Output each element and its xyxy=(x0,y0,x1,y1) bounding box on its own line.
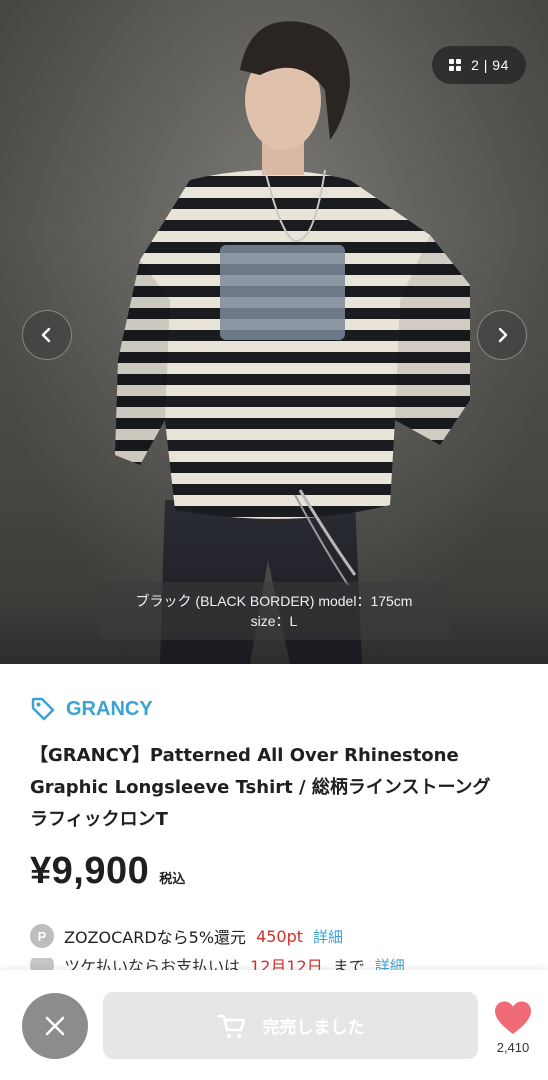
product-title: 【GRANCY】Patterned All Over Rhinestone Gr… xyxy=(30,740,530,836)
price-row: ¥9,900 税込 xyxy=(30,850,185,893)
points-amount: 450pt xyxy=(256,926,304,946)
brand-link[interactable]: GRANCY xyxy=(30,696,153,722)
grid-icon xyxy=(449,59,462,71)
bottom-action-bar: 完売しました 2,410 xyxy=(0,970,548,1080)
close-icon xyxy=(45,1016,65,1036)
favorite-count: 2,410 xyxy=(496,1040,530,1055)
points-text: ZOZOCARDなら5%還元 xyxy=(64,928,247,947)
product-photo xyxy=(115,21,470,664)
product-title-line-3: ラフィックロンT xyxy=(30,809,168,830)
heart-icon xyxy=(495,1001,531,1034)
caption-line-1: ブラック (BLACK BORDER) model：175cm xyxy=(135,593,413,609)
product-title-line-2: Graphic Longsleeve Tshirt / 総柄ラインストーング xyxy=(30,777,491,798)
next-image-button[interactable] xyxy=(477,310,527,360)
product-image-gallery[interactable]: 2 | 94 ブラック (BLACK BORDER) model：175cm s… xyxy=(0,0,548,664)
close-button[interactable] xyxy=(22,993,88,1059)
tag-icon xyxy=(31,697,55,721)
points-detail-link[interactable]: 詳細 xyxy=(313,926,343,947)
previous-image-button[interactable] xyxy=(22,310,72,360)
caption-line-2: size：L xyxy=(250,613,298,629)
zozocard-points-row: P ZOZOCARDなら5%還元 450pt 詳細 xyxy=(30,924,343,948)
image-counter-button[interactable]: 2 | 94 xyxy=(432,46,526,84)
chevron-left-icon xyxy=(41,327,51,343)
sold-out-label: 完売しました xyxy=(262,1018,365,1038)
tax-label: 税込 xyxy=(159,872,186,887)
brand-name: GRANCY xyxy=(66,697,153,720)
sold-out-button[interactable]: 完売しました xyxy=(103,992,478,1059)
points-badge-icon: P xyxy=(30,924,54,948)
image-counter-text: 2 | 94 xyxy=(471,57,509,73)
price: ¥9,900 xyxy=(30,850,150,892)
chevron-right-icon xyxy=(498,327,508,343)
cart-icon xyxy=(217,1014,245,1038)
favorite-button[interactable]: 2,410 xyxy=(490,1000,536,1055)
product-title-line-1: 【GRANCY】Patterned All Over Rhinestone xyxy=(30,745,459,766)
image-caption: ブラック (BLACK BORDER) model：175cm size：L xyxy=(98,582,450,640)
